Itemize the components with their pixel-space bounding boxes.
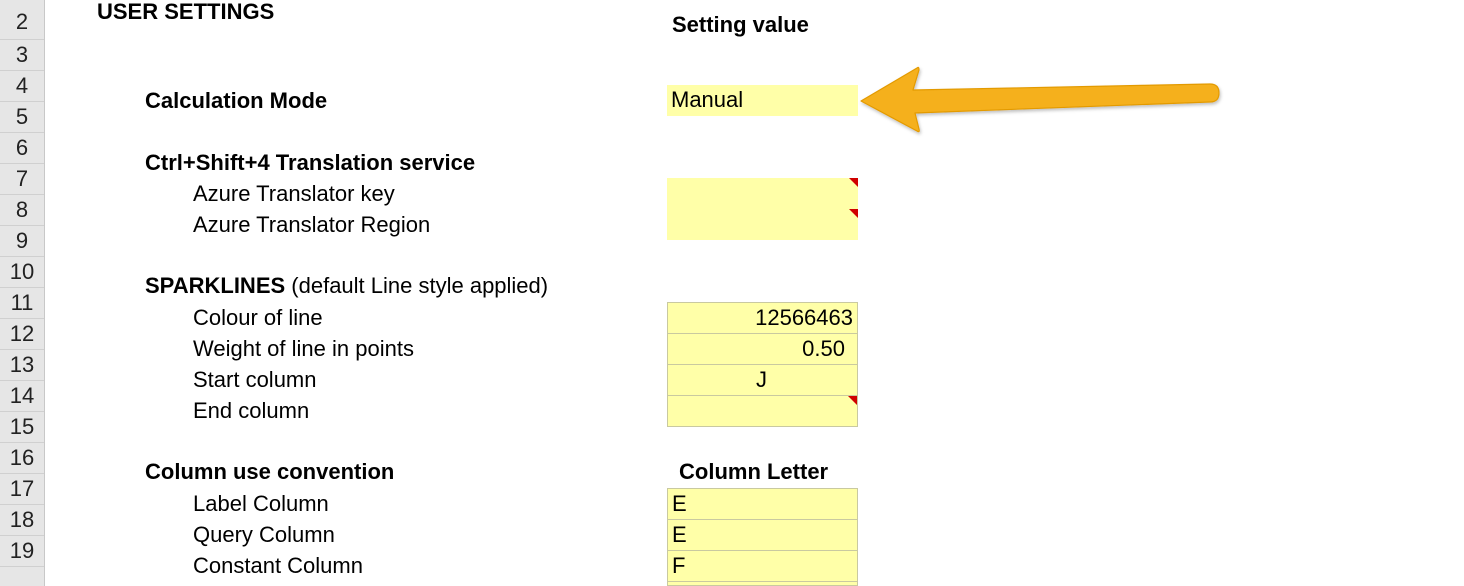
comment-indicator-icon[interactable]: [849, 178, 858, 187]
row-number[interactable]: 10: [0, 257, 44, 288]
row-number[interactable]: 6: [0, 133, 44, 164]
row-number[interactable]: 2: [0, 0, 44, 40]
page-title: USER SETTINGS: [97, 0, 275, 24]
weight-of-line-label: Weight of line in points: [193, 336, 414, 361]
constant-column-cell[interactable]: F: [667, 550, 858, 582]
row-header-column: 2 3 4 5 6 7 8 9 10 11 12 13 14 15 16 17 …: [0, 0, 45, 586]
callout-arrow-icon: [860, 66, 1220, 133]
row-number[interactable]: 9: [0, 226, 44, 257]
row-number[interactable]: 8: [0, 195, 44, 226]
row-number[interactable]: 3: [0, 40, 44, 71]
sparklines-heading-bold: SPARKLINES: [145, 273, 286, 298]
calculation-mode-label: Calculation Mode: [145, 88, 328, 113]
row-number[interactable]: 12: [0, 319, 44, 350]
row-number[interactable]: 19: [0, 536, 44, 567]
query-column-label: Query Column: [193, 522, 335, 547]
weight-of-line-cell[interactable]: 0.50: [667, 333, 858, 365]
sparklines-heading-note: (default Line style applied): [285, 273, 549, 298]
end-column-label: End column: [193, 398, 310, 423]
constant-column-label: Constant Column: [193, 553, 363, 578]
query-column-cell[interactable]: E: [667, 519, 858, 551]
row-number[interactable]: 14: [0, 381, 44, 412]
calculation-mode-cell[interactable]: Manual: [667, 85, 858, 116]
row-number[interactable]: 15: [0, 412, 44, 443]
row-number[interactable]: 7: [0, 164, 44, 195]
setting-value-header: Setting value: [672, 12, 809, 37]
azure-key-cell[interactable]: [667, 178, 858, 209]
column-convention-heading: Column use convention: [145, 459, 395, 484]
row-number[interactable]: 5: [0, 102, 44, 133]
end-column-cell[interactable]: [667, 395, 858, 427]
comment-indicator-icon[interactable]: [849, 209, 858, 218]
azure-key-label: Azure Translator key: [193, 181, 395, 206]
row-number[interactable]: 4: [0, 71, 44, 102]
azure-region-cell[interactable]: [667, 209, 858, 240]
azure-region-label: Azure Translator Region: [193, 212, 431, 237]
column-letter-header: Column Letter: [679, 459, 829, 484]
label-column-label: Label Column: [193, 491, 329, 516]
comment-indicator-icon[interactable]: [848, 396, 857, 405]
row-number[interactable]: 18: [0, 505, 44, 536]
row-number[interactable]: 16: [0, 443, 44, 474]
colour-of-line-cell[interactable]: 12566463: [667, 302, 858, 334]
sparklines-heading: SPARKLINES (default Line style applied): [145, 271, 548, 301]
label-column-cell[interactable]: E: [667, 488, 858, 520]
row-number[interactable]: 17: [0, 474, 44, 505]
start-column-label: Start column: [193, 367, 317, 392]
translation-heading: Ctrl+Shift+4 Translation service: [145, 150, 476, 175]
start-column-cell[interactable]: J: [667, 364, 858, 396]
colour-of-line-label: Colour of line: [193, 305, 323, 330]
next-row-cell[interactable]: [667, 581, 858, 586]
row-number[interactable]: 13: [0, 350, 44, 381]
row-number[interactable]: 11: [0, 288, 44, 319]
